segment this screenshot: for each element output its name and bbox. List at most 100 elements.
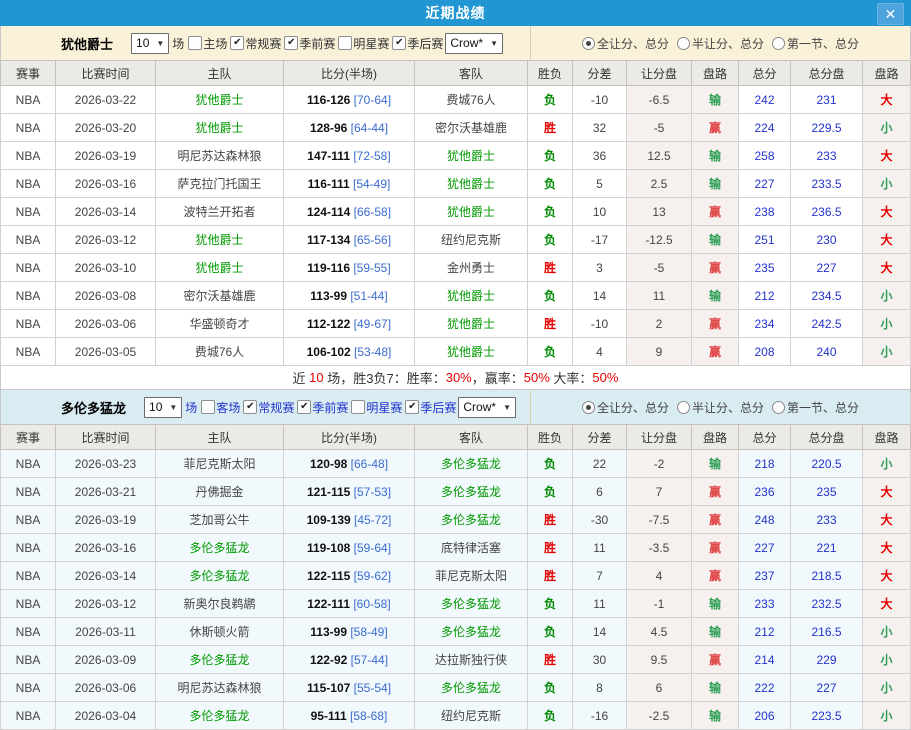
radio-option-1[interactable]: 全让分、总分 (582, 35, 669, 52)
cell-total-points: 206 (739, 702, 791, 730)
close-button[interactable]: ✕ (877, 3, 904, 25)
games-suffix-label: 场 (172, 35, 184, 52)
final-score: 113-99 (310, 289, 347, 303)
summary-value: 10 (309, 370, 323, 385)
column-header: 赛事 (1, 61, 56, 86)
games-count-select[interactable]: 10 ▼ (144, 397, 182, 418)
halftime-score: [70-64] (350, 93, 391, 107)
cell-handicap-line: 11 (627, 282, 692, 310)
radio-option-2[interactable]: 半让分、总分 (677, 399, 764, 416)
filter-checkbox-group: 主场✔常规赛✔季前赛明星赛✔季后赛 (185, 35, 443, 52)
column-header: 总分盘 (791, 425, 863, 450)
cell-home-team: 萨克拉门托国王 (156, 170, 284, 198)
cell-point-diff: 11 (573, 590, 627, 618)
cell-league: NBA (1, 646, 56, 674)
cell-home-team: 多伦多猛龙 (156, 534, 284, 562)
cell-score: 147-111 [72-58] (284, 142, 415, 170)
halftime-score: [58-49] (347, 625, 388, 639)
column-header: 总分 (739, 61, 791, 86)
filter-checkbox-季后赛[interactable]: ✔季后赛 (389, 35, 443, 52)
radio-option-1[interactable]: 全让分、总分 (582, 399, 669, 416)
halftime-score: [57-44] (347, 653, 388, 667)
cell-total-points: 212 (739, 282, 791, 310)
game-row: NBA2026-03-04多伦多猛龙95-111 [58-68]纽约尼克斯负-1… (1, 702, 911, 730)
cell-score: 122-115 [59-62] (284, 562, 415, 590)
cell-total-line: 235 (791, 478, 863, 506)
cell-over-under: 小 (863, 646, 911, 674)
radio-option-3[interactable]: 第一节、总分 (772, 399, 859, 416)
cell-away-team: 多伦多猛龙 (415, 618, 528, 646)
radio-selected-icon (582, 401, 595, 414)
cell-away-team: 犹他爵士 (415, 142, 528, 170)
filter-bar-jazz: 犹他爵士 10 ▼ 场 主场✔常规赛✔季前赛明星赛✔季后赛 Crow* ▼ 全让… (0, 26, 911, 60)
halftime-score: [53-48] (351, 345, 392, 359)
cell-handicap-line: -6.5 (627, 86, 692, 114)
cell-win-loss: 负 (528, 226, 573, 254)
column-header: 比赛时间 (56, 61, 156, 86)
cell-handicap-line: 9 (627, 338, 692, 366)
cell-handicap-line: 2.5 (627, 170, 692, 198)
dialog-titlebar: 近期战绩 ✕ (0, 0, 911, 26)
column-header: 比分(半场) (284, 425, 415, 450)
cell-win-loss: 负 (528, 338, 573, 366)
cell-date: 2026-03-12 (56, 590, 156, 618)
cell-over-under: 小 (863, 450, 911, 478)
filter-checkbox-季前赛[interactable]: ✔季前赛 (294, 399, 348, 416)
cell-over-under: 大 (863, 142, 911, 170)
final-score: 128-96 (310, 121, 347, 135)
checkbox-label: 主场 (203, 35, 227, 52)
filter-checkbox-季后赛[interactable]: ✔季后赛 (402, 399, 456, 416)
cell-over-under: 大 (863, 226, 911, 254)
filter-checkbox-明星赛[interactable]: 明星赛 (348, 399, 402, 416)
cell-total-line: 216.5 (791, 618, 863, 646)
filter-checkbox-明星赛[interactable]: 明星赛 (335, 35, 389, 52)
cell-handicap-line: -2.5 (627, 702, 692, 730)
cell-handicap-line: -5 (627, 254, 692, 282)
cell-score: 116-111 [54-49] (284, 170, 415, 198)
cell-total-points: 251 (739, 226, 791, 254)
radio-selected-icon (582, 37, 595, 50)
cell-date: 2026-03-12 (56, 226, 156, 254)
cell-over-under: 大 (863, 562, 911, 590)
checkbox-unchecked-icon (201, 400, 215, 414)
filter-checkbox-常规赛[interactable]: ✔常规赛 (240, 399, 294, 416)
cell-handicap-line: 4.5 (627, 618, 692, 646)
cell-total-points: 248 (739, 506, 791, 534)
radio-option-3[interactable]: 第一节、总分 (772, 35, 859, 52)
halftime-score: [66-58] (350, 205, 391, 219)
cell-handicap-line: -12.5 (627, 226, 692, 254)
filter-checkbox-主场[interactable]: 主场 (185, 35, 227, 52)
final-score: 116-126 (307, 93, 350, 107)
game-row: NBA2026-03-23菲尼克斯太阳120-98 [66-48]多伦多猛龙负2… (1, 450, 911, 478)
column-header: 盘路 (692, 425, 739, 450)
crow-select[interactable]: Crow* ▼ (458, 397, 516, 418)
cell-league: NBA (1, 226, 56, 254)
summary-value: 50% (524, 370, 550, 385)
final-score: 112-122 (307, 317, 350, 331)
final-score: 116-111 (308, 177, 350, 191)
cell-win-loss: 胜 (528, 534, 573, 562)
radio-option-2[interactable]: 半让分、总分 (677, 35, 764, 52)
final-score: 117-134 (307, 233, 350, 247)
games-count-select[interactable]: 10 ▼ (131, 33, 169, 54)
filter-checkbox-季前赛[interactable]: ✔季前赛 (281, 35, 335, 52)
cell-win-loss: 胜 (528, 646, 573, 674)
cell-total-points: 214 (739, 646, 791, 674)
cell-home-team: 休斯顿火箭 (156, 618, 284, 646)
cell-total-line: 240 (791, 338, 863, 366)
cell-score: 117-134 [65-56] (284, 226, 415, 254)
jazz-table-body: NBA2026-03-22犹他爵士116-126 [70-64]费城76人负-1… (1, 86, 911, 366)
filter-checkbox-客场[interactable]: 客场 (198, 399, 240, 416)
cell-win-loss: 负 (528, 618, 573, 646)
cell-date: 2026-03-19 (56, 506, 156, 534)
column-header: 客队 (415, 425, 528, 450)
cell-home-team: 华盛顿奇才 (156, 310, 284, 338)
cell-total-points: 242 (739, 86, 791, 114)
filter-checkbox-常规赛[interactable]: ✔常规赛 (227, 35, 281, 52)
cell-point-diff: 36 (573, 142, 627, 170)
halftime-score: [49-67] (350, 317, 391, 331)
cell-win-loss: 负 (528, 170, 573, 198)
crow-select[interactable]: Crow* ▼ (445, 33, 503, 54)
cell-point-diff: -16 (573, 702, 627, 730)
halftime-score: [51-44] (347, 289, 388, 303)
